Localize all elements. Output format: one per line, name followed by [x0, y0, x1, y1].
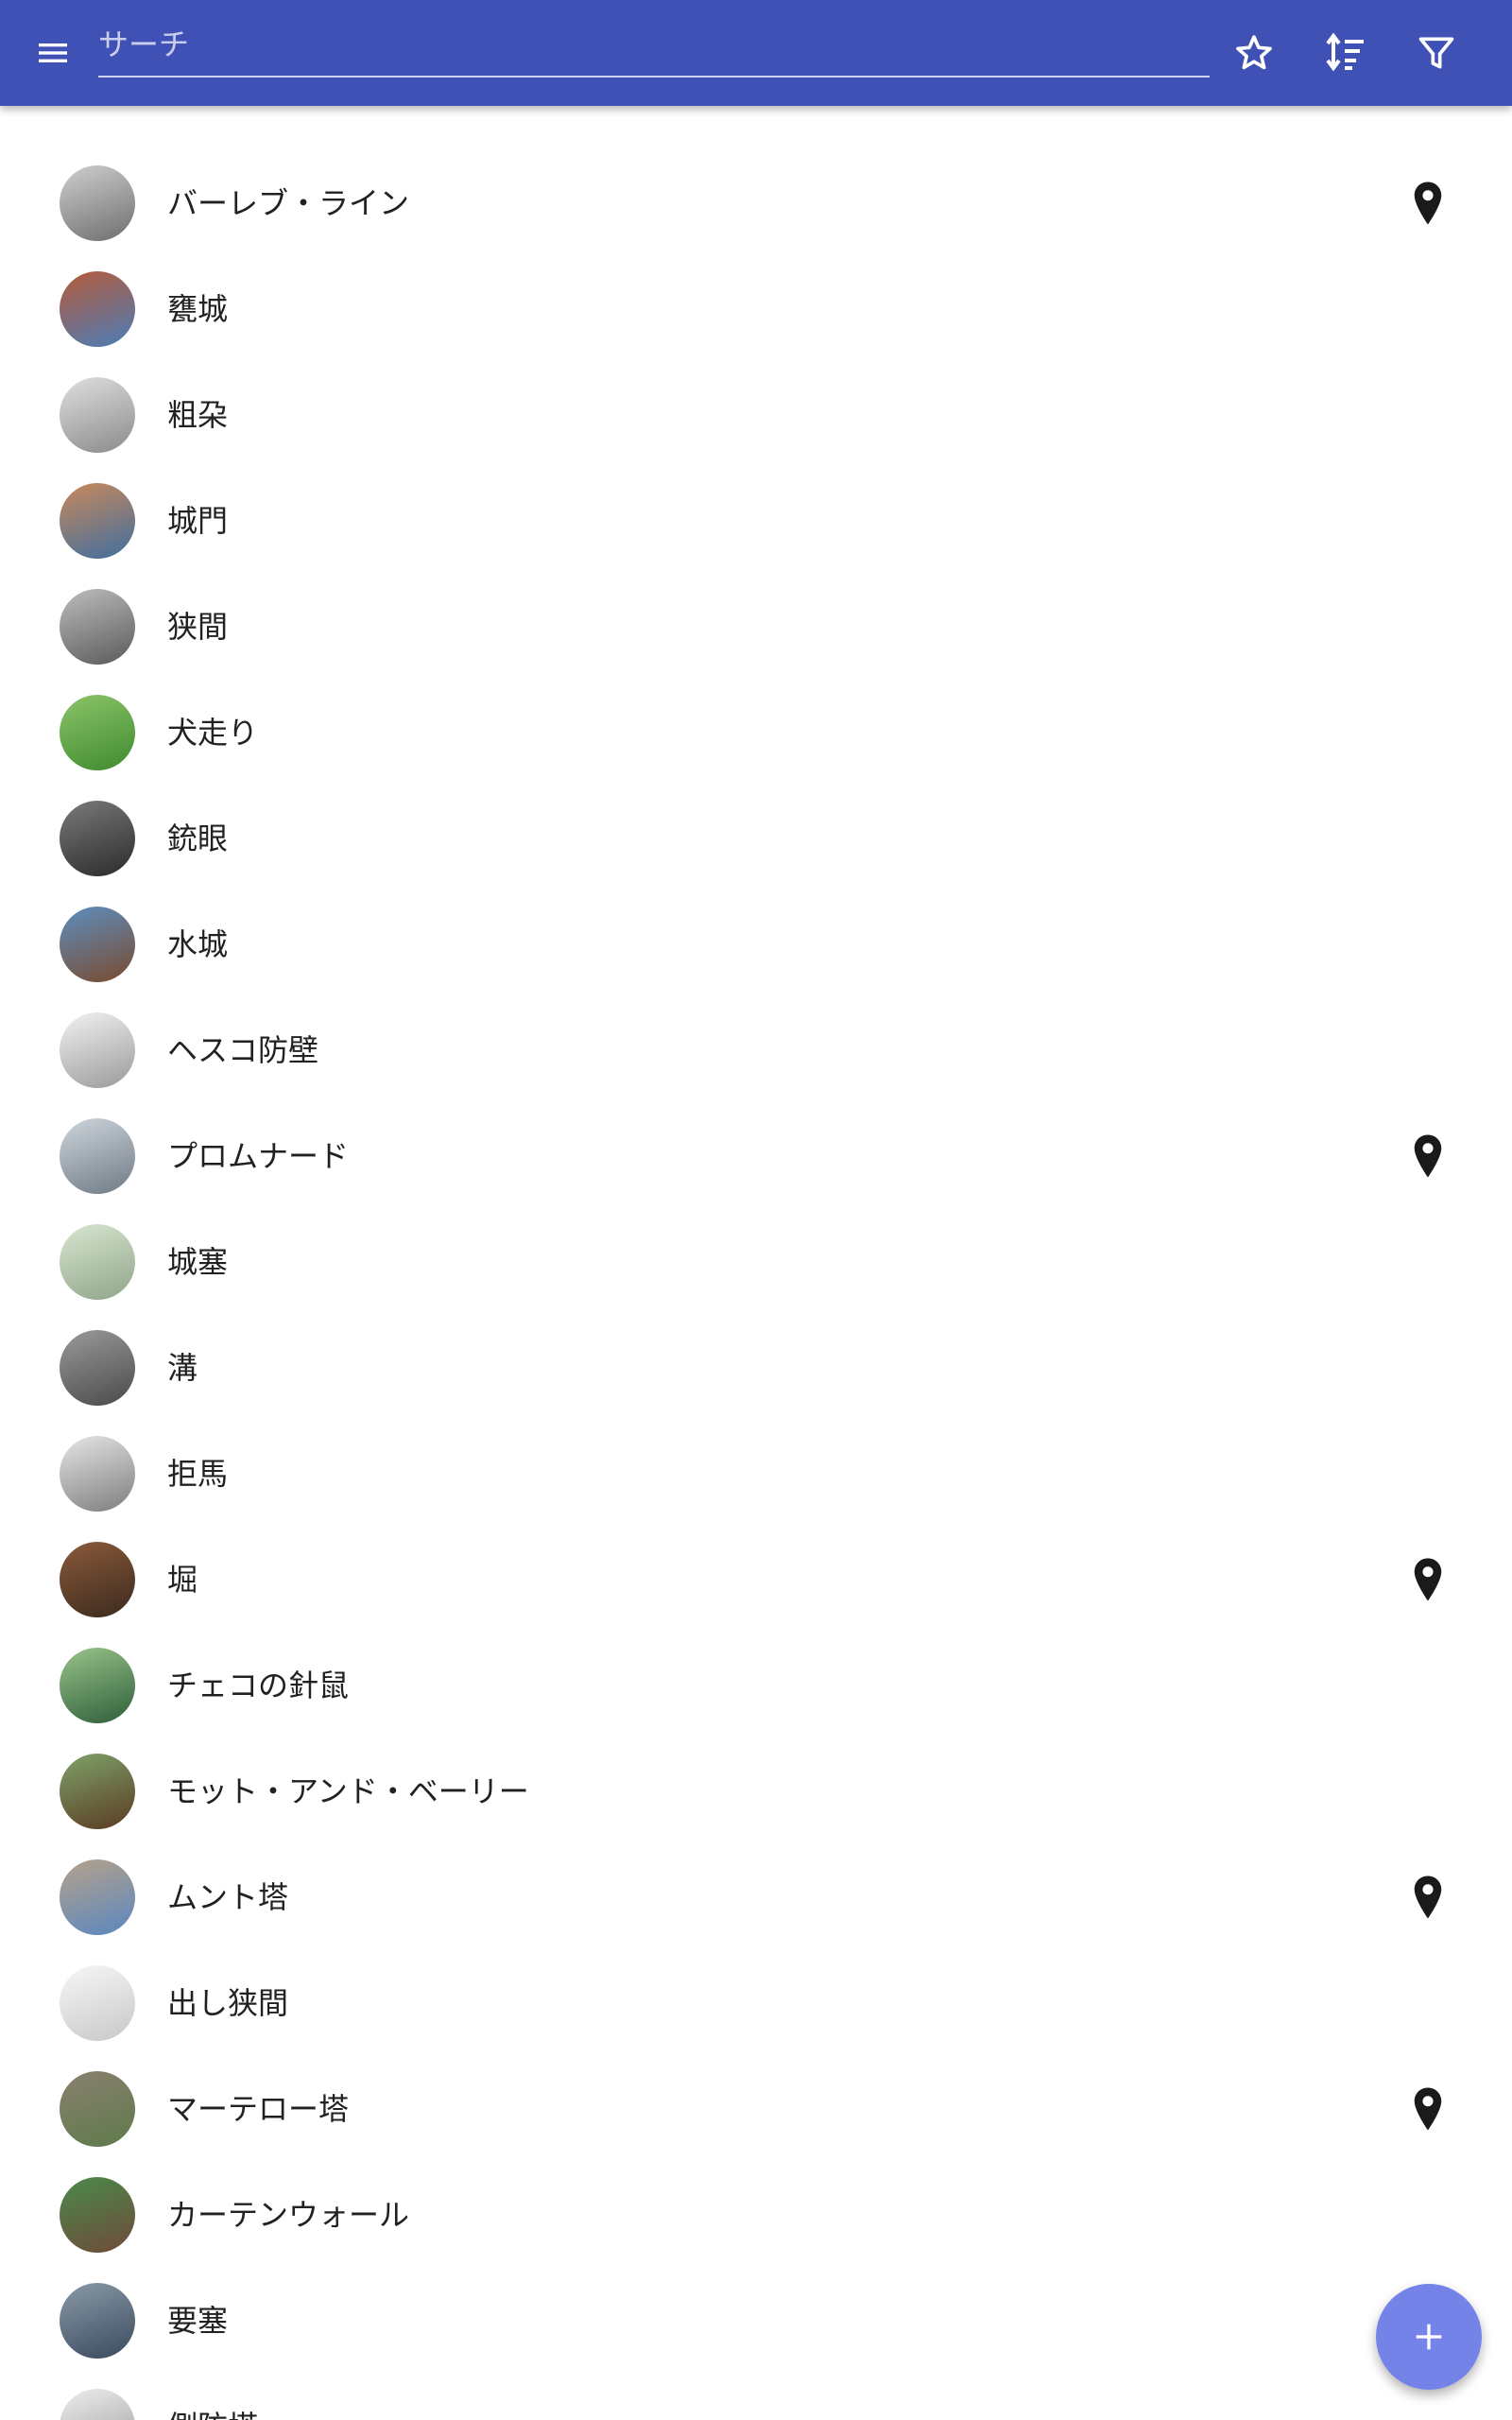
- item-thumbnail: [60, 1965, 135, 2041]
- item-thumbnail: [60, 1542, 135, 1617]
- item-thumbnail: [60, 483, 135, 559]
- list-item[interactable]: モット・アンド・ベーリー: [0, 1738, 1512, 1844]
- item-label: マーテロー塔: [167, 2091, 350, 2127]
- item-label: 犬走り: [167, 715, 259, 751]
- list-item[interactable]: 城塞: [0, 1209, 1512, 1315]
- item-label: 銃眼: [167, 821, 229, 856]
- list-item[interactable]: カーテンウォール: [0, 2162, 1512, 2268]
- list-item[interactable]: 側防塔: [0, 2374, 1512, 2420]
- item-list[interactable]: バーレブ・ライン 甕城粗朶城門狭間犬走り銃眼水城ヘスコ防壁プロムナード 城塞溝拒馬堀…: [0, 106, 1512, 2420]
- item-thumbnail: [60, 1648, 135, 1723]
- location-pin-icon[interactable]: [1411, 1557, 1445, 1602]
- item-thumbnail: [60, 2177, 135, 2253]
- list-item[interactable]: ヘスコ防壁: [0, 997, 1512, 1103]
- list-item[interactable]: 城門: [0, 468, 1512, 574]
- item-label: 狭間: [167, 609, 229, 645]
- item-thumbnail: [60, 1224, 135, 1300]
- item-label: 溝: [167, 1350, 198, 1386]
- item-label: チェコの針鼠: [167, 1668, 350, 1703]
- item-thumbnail: [60, 377, 135, 453]
- item-thumbnail: [60, 1330, 135, 1406]
- list-item[interactable]: 狭間: [0, 574, 1512, 680]
- list-item[interactable]: ムント塔: [0, 1844, 1512, 1950]
- item-thumbnail: [60, 1754, 135, 1829]
- search-input[interactable]: [98, 17, 1210, 72]
- item-label: モット・アンド・ベーリー: [167, 1773, 529, 1809]
- sort-icon: [1326, 32, 1364, 72]
- item-label: 甕城: [167, 291, 229, 327]
- item-label: バーレブ・ライン: [167, 185, 410, 221]
- filter-button[interactable]: [1408, 25, 1465, 81]
- sort-button[interactable]: [1316, 25, 1373, 81]
- list-item[interactable]: 溝: [0, 1315, 1512, 1421]
- item-label: 要塞: [167, 2303, 229, 2339]
- list-item[interactable]: 粗朶: [0, 362, 1512, 468]
- item-label: 側防塔: [167, 2374, 258, 2420]
- item-label: 粗朶: [167, 397, 229, 433]
- list-item[interactable]: 堀: [0, 1527, 1512, 1633]
- location-pin-icon[interactable]: [1411, 181, 1445, 226]
- location-pin-icon[interactable]: [1411, 1875, 1445, 1920]
- list-item[interactable]: 拒馬: [0, 1421, 1512, 1527]
- list-item[interactable]: 要塞: [0, 2268, 1512, 2374]
- list-item[interactable]: 甕城: [0, 256, 1512, 362]
- item-thumbnail: [60, 1859, 135, 1935]
- menu-button[interactable]: [25, 25, 81, 81]
- list-item[interactable]: マーテロー塔: [0, 2056, 1512, 2162]
- app-bar: [0, 0, 1512, 106]
- add-item-button[interactable]: [1376, 2284, 1482, 2390]
- item-thumbnail: [60, 1436, 135, 1512]
- menu-icon: [39, 43, 67, 62]
- item-thumbnail: [60, 801, 135, 876]
- item-thumbnail: [60, 2283, 135, 2359]
- item-thumbnail: [60, 2389, 135, 2420]
- item-thumbnail: [60, 1012, 135, 1088]
- item-thumbnail: [60, 907, 135, 982]
- item-label: 城塞: [167, 1244, 229, 1280]
- list-item[interactable]: 水城: [0, 891, 1512, 997]
- plus-icon: [1416, 2324, 1442, 2350]
- list-item[interactable]: チェコの針鼠: [0, 1633, 1512, 1738]
- list-item[interactable]: バーレブ・ライン: [0, 150, 1512, 256]
- item-thumbnail: [60, 271, 135, 347]
- item-thumbnail: [60, 1118, 135, 1194]
- list-item[interactable]: 銃眼: [0, 786, 1512, 891]
- item-thumbnail: [60, 2071, 135, 2147]
- item-label: 堀: [167, 1562, 198, 1598]
- item-label: 城門: [167, 503, 229, 539]
- location-pin-icon[interactable]: [1411, 2086, 1445, 2132]
- item-thumbnail: [60, 589, 135, 665]
- item-label: ヘスコ防壁: [167, 1032, 319, 1068]
- item-label: ムント塔: [167, 1879, 289, 1915]
- list-item[interactable]: 出し狭間: [0, 1950, 1512, 2056]
- item-thumbnail: [60, 165, 135, 241]
- item-label: 出し狭間: [167, 1985, 289, 2021]
- item-label: 水城: [167, 926, 229, 962]
- item-label: 拒馬: [167, 1456, 229, 1492]
- filter-icon: [1418, 37, 1454, 69]
- search-field: [98, 17, 1210, 78]
- item-label: プロムナード: [167, 1138, 350, 1174]
- item-thumbnail: [60, 695, 135, 770]
- list-item[interactable]: プロムナード: [0, 1103, 1512, 1209]
- list-item[interactable]: 犬走り: [0, 680, 1512, 786]
- location-pin-icon[interactable]: [1411, 1133, 1445, 1179]
- star-outline-icon: [1236, 35, 1272, 70]
- favorites-button[interactable]: [1226, 25, 1282, 81]
- item-label: カーテンウォール: [167, 2197, 410, 2233]
